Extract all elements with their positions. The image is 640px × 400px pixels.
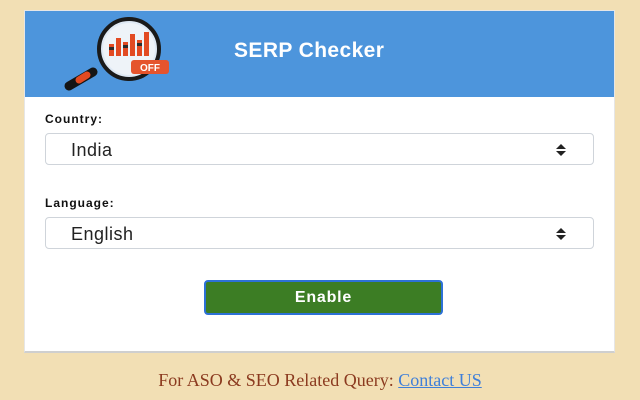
country-label: Country: bbox=[45, 112, 103, 126]
logo: OFF bbox=[57, 14, 227, 96]
language-select-value: English bbox=[71, 224, 134, 244]
magnifier-chart-icon: OFF bbox=[64, 17, 169, 91]
contact-us-link[interactable]: Contact US bbox=[398, 370, 482, 390]
footer-text: For ASO & SEO Related Query: bbox=[158, 370, 399, 390]
language-label: Language: bbox=[45, 196, 115, 210]
footer: For ASO & SEO Related Query: Contact US bbox=[0, 370, 640, 391]
country-select-value: India bbox=[71, 140, 113, 160]
enable-button[interactable]: Enable bbox=[204, 280, 443, 315]
language-select[interactable]: English bbox=[45, 217, 594, 249]
chevron-up-down-icon bbox=[556, 144, 566, 156]
settings-card: OFF SERP Checker Country: India Language… bbox=[24, 10, 615, 353]
app-title: SERP Checker bbox=[234, 39, 385, 62]
logo-badge: OFF bbox=[140, 63, 160, 74]
chevron-up-down-icon bbox=[556, 228, 566, 240]
country-select[interactable]: India bbox=[45, 133, 594, 165]
app-header: OFF SERP Checker bbox=[25, 11, 614, 97]
